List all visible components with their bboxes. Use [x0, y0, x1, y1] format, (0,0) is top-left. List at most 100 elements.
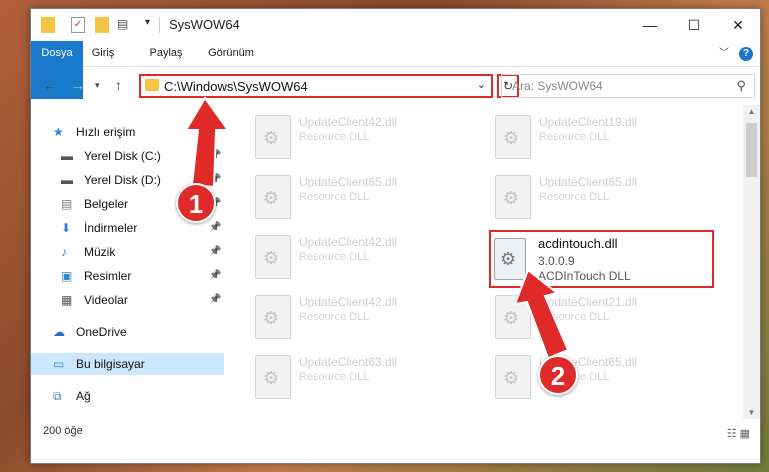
maximize-button[interactable]: ☐: [672, 9, 716, 41]
file-item[interactable]: UpdateClient63.dll Resource DLL: [227, 349, 447, 407]
dll-file-icon: [494, 238, 526, 280]
step-badge-2: 2: [538, 355, 578, 395]
dll-file-icon: [255, 175, 291, 219]
up-arrow-icon[interactable]: ↑: [115, 77, 122, 93]
sidebar-item-label: Resimler: [84, 269, 132, 283]
folder-icon[interactable]: [41, 17, 55, 33]
dll-file-icon: [255, 115, 291, 159]
view-toggle-icons[interactable]: ☷ ▦: [727, 427, 750, 440]
scroll-up-icon[interactable]: ▲: [743, 107, 760, 116]
tab-view[interactable]: Görünüm: [201, 41, 261, 66]
sidebar-item[interactable]: ⧉ Ağ: [31, 385, 224, 407]
file-item[interactable]: UpdateClient65.dll Resource DLL: [227, 169, 447, 227]
sidebar-item[interactable]: ▦ Videolar 📌: [31, 289, 224, 311]
file-description: Resource DLL: [539, 191, 610, 203]
drive-icon: ▬: [61, 149, 73, 163]
search-placeholder: Ara: SysWOW64: [512, 79, 603, 93]
chevron-down-icon[interactable]: ﹀: [716, 41, 732, 66]
properties-icon[interactable]: ✓: [71, 17, 85, 33]
videos-icon: ▦: [61, 293, 73, 307]
sidebar-item[interactable]: ▬ Yerel Disk (C:) 📌: [31, 145, 224, 167]
sidebar-item-label: Müzik: [84, 245, 116, 259]
file-description: Resource DLL: [299, 371, 370, 383]
navigation-pane: ★ Hızlı erişim ▬ Yerel Disk (C:) 📌 ▬ Yerel Dis…: [31, 109, 224, 409]
forward-arrow-icon[interactable]: →: [71, 77, 85, 93]
sidebar-item-label: Bu bilgisayar: [76, 357, 145, 371]
file-name: UpdateClient42.dll: [299, 115, 398, 129]
file-item[interactable]: UpdateClient42.dll Resource DLL: [227, 289, 447, 347]
file-description: Resource DLL: [299, 311, 370, 323]
file-description: Resource DLL: [299, 131, 370, 143]
customize-icon[interactable]: ▤: [117, 17, 133, 33]
computer-icon: ▭: [53, 357, 65, 371]
sidebar-item[interactable]: ♪ Müzik 📌: [31, 241, 224, 263]
dll-file-icon: [255, 235, 291, 279]
file-name: UpdateClient42.dll: [299, 235, 398, 249]
sidebar-item[interactable]: ★ Hızlı erişim: [31, 121, 224, 143]
scrollbar-thumb[interactable]: [746, 123, 757, 177]
download-icon: ⬇: [61, 221, 72, 235]
folder-icon: [145, 79, 159, 91]
file-description: Resource DLL: [539, 311, 610, 323]
vertical-scrollbar[interactable]: ▲ ▼: [743, 105, 760, 419]
sidebar-item[interactable]: ▭ Bu bilgisayar: [31, 353, 224, 375]
drive-icon: ▬: [61, 173, 73, 187]
chevron-down-icon[interactable]: ⌄: [477, 78, 486, 91]
title-bar: ✓ ▤ ▾ SysWOW64 — ☐ ✕: [31, 9, 760, 41]
address-bar[interactable]: C:\Windows\SysWOW64 ⌄ ↻: [139, 74, 519, 98]
sidebar-item-label: Ağ: [76, 389, 91, 403]
address-path: C:\Windows\SysWOW64: [164, 79, 308, 94]
tab-share[interactable]: Paylaş: [139, 41, 193, 66]
highlighted-file-item[interactable]: acdintouch.dll 3.0.0.9 ACDInTouch DLL: [489, 230, 714, 288]
new-folder-icon[interactable]: [95, 17, 109, 33]
sidebar-item-label: Belgeler: [84, 197, 129, 211]
chevron-down-icon[interactable]: ▾: [145, 17, 155, 33]
back-arrow-icon[interactable]: ←: [43, 77, 57, 93]
dll-file-icon: [255, 295, 291, 339]
search-input[interactable]: Ara: SysWOW64 ⚲: [501, 74, 755, 98]
file-description: Resource DLL: [539, 131, 610, 143]
sidebar-item[interactable]: ▣ Resimler 📌: [31, 265, 224, 287]
navigation-bar: ← → ▾ ↑ C:\Windows\SysWOW64 ⌄ ↻ Ara: Sys…: [31, 67, 760, 105]
sidebar-item[interactable]: ☁ OneDrive: [31, 321, 224, 343]
file-item[interactable]: UpdateClient65.dll Resource DLL: [467, 169, 687, 227]
file-name: UpdateClient65.dll: [299, 175, 398, 189]
sidebar-item-label: Videolar: [84, 293, 128, 307]
help-icon[interactable]: ?: [738, 41, 754, 66]
window-title: SysWOW64: [169, 17, 240, 32]
pin-icon[interactable]: 📌: [209, 265, 221, 287]
pin-icon[interactable]: 📌: [209, 289, 221, 311]
file-item[interactable]: UpdateClient42.dll Resource DLL: [227, 229, 447, 287]
divider: [159, 17, 160, 33]
star-icon: ★: [53, 125, 64, 139]
file-item[interactable]: UpdateClient42.dll Resource DLL: [227, 109, 447, 167]
pin-icon[interactable]: 📌: [209, 145, 221, 167]
pin-icon[interactable]: 📌: [209, 169, 221, 191]
file-name: UpdateClient42.dll: [299, 295, 398, 309]
file-description: Resource DLL: [299, 251, 370, 263]
file-description: ACDInTouch DLL: [538, 269, 631, 283]
sidebar-item-label: İndirmeler: [84, 221, 138, 235]
dll-file-icon: [495, 295, 531, 339]
pin-icon[interactable]: 📌: [209, 217, 221, 239]
file-name: acdintouch.dll: [538, 236, 618, 251]
minimize-button[interactable]: —: [628, 9, 672, 41]
sidebar-item-label: Yerel Disk (C:): [84, 149, 161, 163]
file-name: UpdateClient19.dll: [539, 115, 638, 129]
music-icon: ♪: [61, 245, 67, 259]
file-name: UpdateClient21.dll: [539, 295, 638, 309]
recent-chevron-icon[interactable]: ▾: [95, 80, 100, 91]
sidebar-item-label: Hızlı erişim: [76, 125, 136, 139]
search-icon: ⚲: [736, 78, 746, 93]
scroll-down-icon[interactable]: ▼: [743, 408, 760, 417]
close-button[interactable]: ✕: [716, 9, 760, 41]
file-item[interactable]: UpdateClient19.dll Resource DLL: [467, 109, 687, 167]
dll-file-icon: [495, 355, 531, 399]
sidebar-item-label: OneDrive: [76, 325, 127, 339]
file-version: 3.0.0.9: [538, 254, 575, 268]
status-item-count: 200 öğe: [43, 425, 83, 437]
tab-home[interactable]: Giriş: [83, 41, 123, 66]
file-item[interactable]: UpdateClient21.dll Resource DLL: [467, 289, 687, 347]
file-name: UpdateClient65.dll: [539, 175, 638, 189]
pin-icon[interactable]: 📌: [209, 241, 221, 263]
